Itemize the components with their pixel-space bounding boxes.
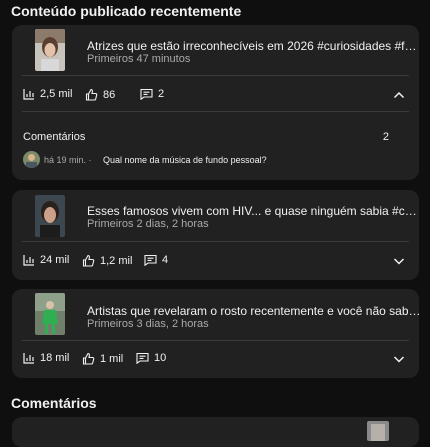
comments-count: 10 (154, 352, 167, 364)
comments-section-title: Comentários (11, 395, 97, 411)
avatar[interactable] (23, 151, 40, 168)
chevron-down-icon[interactable] (391, 253, 407, 269)
divider (22, 75, 409, 76)
comments-count: 2 (158, 88, 165, 100)
comments-panel-count: 2 (382, 131, 389, 143)
likes-count: 1,2 mil (100, 254, 133, 267)
comments-count: 4 (162, 254, 169, 266)
video-card[interactable]: Artistas que revelaram o rosto recenteme… (12, 289, 421, 378)
comment-card[interactable] (12, 417, 419, 447)
video-published-time: Primeiros 47 minutos (87, 53, 191, 65)
bar-chart-icon (23, 88, 35, 100)
divider (22, 241, 409, 242)
views-metric[interactable]: 18 mil (23, 352, 69, 364)
likes-metric[interactable]: 1,2 mil (82, 254, 132, 267)
comments-metric[interactable]: 2 (140, 88, 164, 100)
comment-icon (140, 88, 153, 100)
views-metric[interactable]: 24 mil (23, 254, 69, 266)
comment-icon (144, 254, 157, 266)
comments-metric[interactable]: 4 (144, 254, 168, 266)
recent-content-title: Conteúdo publicado recentemente (11, 3, 242, 19)
views-count: 2,5 mil (40, 88, 73, 100)
video-thumbnail[interactable] (35, 29, 65, 71)
video-title[interactable]: Artistas que revelaram o rosto recenteme… (87, 304, 421, 318)
views-count: 18 mil (40, 352, 70, 364)
video-card[interactable]: Esses famosos vivem com HIV... e quase n… (12, 190, 421, 280)
views-count: 24 mil (40, 254, 70, 266)
divider (22, 340, 409, 341)
video-published-time: Primeiros 3 dias, 2 horas (87, 318, 209, 330)
comment-icon (136, 352, 149, 364)
thumbs-up-icon (82, 254, 95, 267)
likes-count: 1 mil (100, 352, 124, 365)
thumbs-up-icon (82, 352, 95, 365)
comment-text[interactable]: Qual nome da música de fundo pessoal? (103, 155, 267, 165)
divider (22, 111, 409, 112)
thumbs-up-icon (85, 88, 98, 101)
video-thumbnail[interactable] (35, 293, 65, 335)
comments-metric[interactable]: 10 (136, 352, 166, 364)
video-thumbnail[interactable] (35, 195, 65, 237)
video-published-time: Primeiros 2 dias, 2 horas (87, 218, 209, 230)
views-metric[interactable]: 2,5 mil (23, 88, 72, 100)
likes-metric[interactable]: 86 (85, 88, 115, 101)
bar-chart-icon (23, 254, 35, 266)
video-title[interactable]: Esses famosos vivem com HIV... e quase n… (87, 204, 421, 218)
video-title[interactable]: Atrizes que estão irreconhecíveis em 202… (87, 39, 421, 53)
video-thumbnail[interactable] (367, 421, 389, 441)
comments-panel-label: Comentários (23, 131, 86, 143)
chevron-up-icon[interactable] (391, 87, 407, 103)
chevron-down-icon[interactable] (391, 351, 407, 367)
likes-count: 86 (103, 88, 116, 101)
video-card[interactable]: Atrizes que estão irreconhecíveis em 202… (12, 25, 421, 180)
comment-time: há 19 min. · (44, 155, 92, 165)
likes-metric[interactable]: 1 mil (82, 352, 123, 365)
bar-chart-icon (23, 352, 35, 364)
